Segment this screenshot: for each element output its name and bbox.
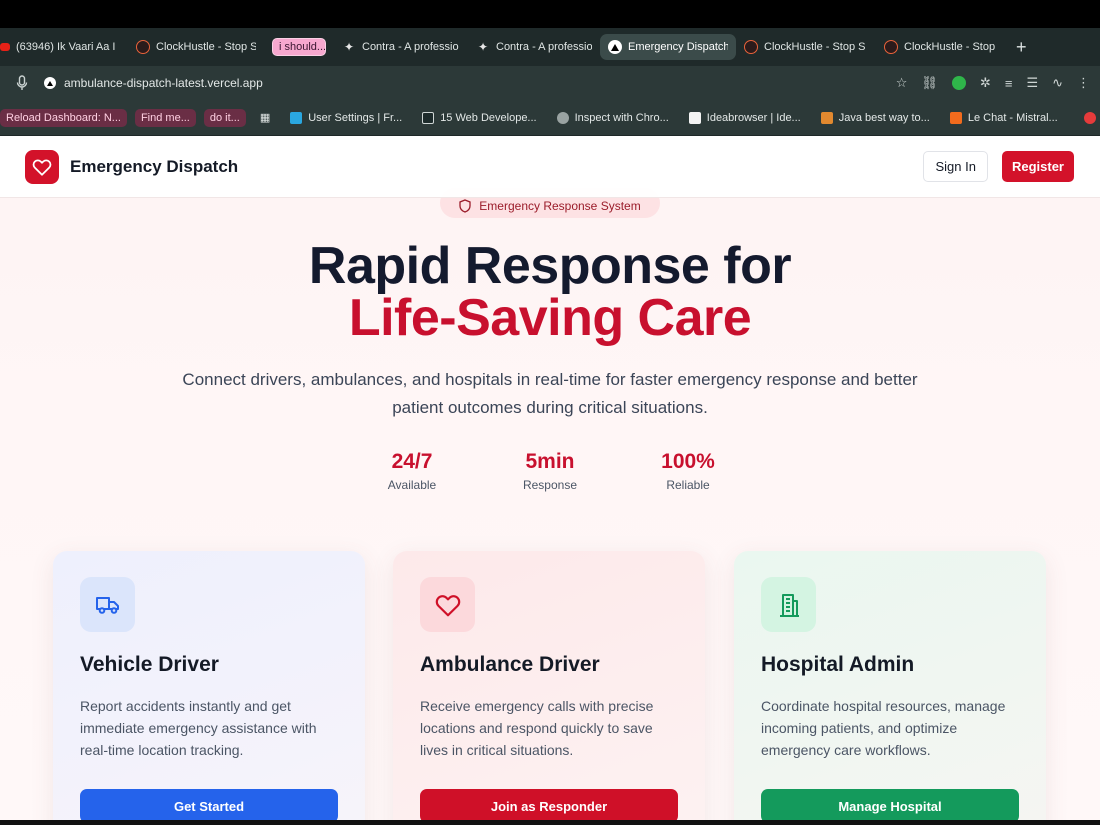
clockhustle-icon	[884, 40, 898, 54]
heart-icon	[435, 594, 460, 616]
stats-row: 24/7 Available 5min Response 100% Reliab…	[0, 450, 1100, 500]
shield-icon	[459, 199, 471, 213]
angular-icon	[422, 111, 435, 124]
tab-contra-1[interactable]: ✦ Contra - A professio	[334, 34, 468, 60]
stat-value: 24/7	[391, 450, 433, 473]
url-text[interactable]: ambulance-dispatch-latest.vercel.app	[64, 76, 263, 90]
extension-green-icon[interactable]	[951, 76, 966, 90]
tab-emergency-dispatch[interactable]: Emergency Dispatch	[600, 34, 736, 60]
register-button[interactable]: Register	[1001, 151, 1074, 182]
bookmarks-bar: Reload Dashboard: N... Find me... do it.…	[0, 100, 1100, 136]
card-title: Vehicle Driver	[80, 653, 219, 676]
bookmark-inspect-chrome[interactable]: Inspect with Chro...	[551, 109, 675, 127]
card-icon-wrap	[420, 577, 475, 632]
manage-hospital-button[interactable]: Manage Hospital	[761, 789, 1019, 820]
inspect-icon	[556, 111, 569, 124]
link-icon[interactable]: ⛓	[921, 75, 938, 91]
join-as-responder-button[interactable]: Join as Responder	[420, 789, 678, 820]
bookmark-ideabrowser[interactable]: Ideabrowser | Ide...	[683, 109, 807, 127]
web-page: Emergency Dispatch Sign In Register Emer…	[0, 136, 1100, 820]
bookmark-do-it[interactable]: do it...	[203, 108, 246, 127]
tab-i-should[interactable]: i should...	[264, 34, 334, 60]
bookmark-user-settings[interactable]: User Settings | Fr...	[284, 109, 408, 127]
bookmark-java[interactable]: Java best way to...	[815, 109, 936, 127]
tab-clockhustle-3[interactable]: ClockHustle - Stop S	[876, 34, 1006, 60]
vercel-icon	[608, 40, 622, 54]
stat-label: Response	[522, 478, 578, 492]
card-icon-wrap	[761, 577, 816, 632]
card-hospital-admin: Hospital Admin Coordinate hospital resou…	[734, 551, 1046, 820]
tab-youtube[interactable]: (63946) Ik Vaari Aa I	[0, 34, 128, 60]
card-vehicle-driver: Vehicle Driver Report accidents instantl…	[53, 551, 365, 820]
tab-contra-2[interactable]: ✦ Contra - A professio	[468, 34, 600, 60]
bookmark-reload-dashboard[interactable]: Reload Dashboard: N...	[0, 108, 127, 127]
card-description: Receive emergency calls with precise loc…	[420, 698, 654, 758]
sign-in-button[interactable]: Sign In	[923, 151, 988, 182]
tab-clockhustle-1[interactable]: ClockHustle - Stop S	[128, 34, 264, 60]
clockhustle-icon	[744, 40, 758, 54]
new-tab-button[interactable]: +	[1006, 37, 1037, 58]
clockhustle-icon	[136, 40, 150, 54]
logo[interactable]	[25, 149, 59, 184]
tab-search-icon[interactable]: ☰	[1026, 75, 1038, 91]
card-ambulance-driver: Ambulance Driver Receive emergency calls…	[393, 551, 705, 820]
stat-reliability: 100% Reliable	[628, 450, 748, 492]
hero-title-line2: Life-Saving Care	[348, 289, 752, 347]
contra-icon: ✦	[343, 40, 355, 54]
contra-icon: ✦	[477, 40, 489, 54]
hero-badge-label: Emergency Response System	[479, 199, 641, 213]
screen-bottom-bar	[0, 820, 1100, 825]
apps-grid-icon[interactable]: ▦	[254, 108, 276, 127]
truck-icon	[95, 596, 119, 614]
card-description: Report accidents instantly and get immed…	[80, 698, 317, 758]
bookmark-le-chat[interactable]: Le Chat - Mistral...	[944, 109, 1064, 127]
ideabrowser-icon	[688, 111, 701, 124]
screen-top-bar	[0, 0, 1100, 28]
bookmark-web-developer[interactable]: 15 Web Develope...	[416, 109, 542, 127]
more-menu-icon[interactable]: ⋮	[1077, 75, 1090, 91]
browser-tab-strip: (63946) Ik Vaari Aa I ClockHustle - Stop…	[0, 28, 1100, 66]
card-title: Ambulance Driver	[420, 653, 600, 676]
microphone-icon[interactable]	[16, 75, 30, 91]
hero-title-line1: Rapid Response for	[308, 237, 792, 295]
site-navbar: Emergency Dispatch Sign In Register	[0, 136, 1100, 198]
address-bar: ambulance-dispatch-latest.vercel.app ☆ ⛓…	[0, 66, 1100, 100]
stat-label: Available	[387, 478, 437, 492]
card-title: Hospital Admin	[761, 653, 915, 676]
brand-name[interactable]: Emergency Dispatch	[70, 157, 238, 177]
stat-value: 5min	[525, 450, 575, 473]
get-started-button[interactable]: Get Started	[80, 789, 338, 820]
heart-icon	[32, 158, 52, 176]
audio-wave-icon[interactable]: ∿	[1052, 75, 1063, 91]
hero-subtitle: Connect drivers, ambulances, and hospita…	[182, 370, 918, 417]
tab-clockhustle-2[interactable]: ClockHustle - Stop S	[736, 34, 876, 60]
stat-availability: 24/7 Available	[352, 450, 472, 492]
reading-list-icon[interactable]: ≡	[1005, 76, 1013, 91]
card-icon-wrap	[80, 577, 135, 632]
stat-label: Reliable	[666, 478, 710, 492]
stat-response: 5min Response	[490, 450, 610, 492]
building-icon	[779, 593, 799, 617]
bird-icon	[290, 111, 303, 124]
bookmark-star-icon[interactable]: ☆	[896, 75, 908, 91]
java-icon	[820, 111, 833, 124]
stat-value: 100%	[661, 450, 715, 473]
url-field[interactable]: ambulance-dispatch-latest.vercel.app	[44, 76, 263, 90]
site-info-icon[interactable]	[44, 77, 56, 89]
youtube-icon	[0, 43, 10, 51]
youtube-bookmark-icon[interactable]	[1084, 112, 1096, 124]
card-description: Coordinate hospital resources, manage in…	[761, 698, 1006, 758]
bookmark-find-me[interactable]: Find me...	[134, 108, 196, 127]
mistral-icon	[949, 111, 962, 124]
extensions-puzzle-icon[interactable]: ✲	[980, 75, 991, 91]
